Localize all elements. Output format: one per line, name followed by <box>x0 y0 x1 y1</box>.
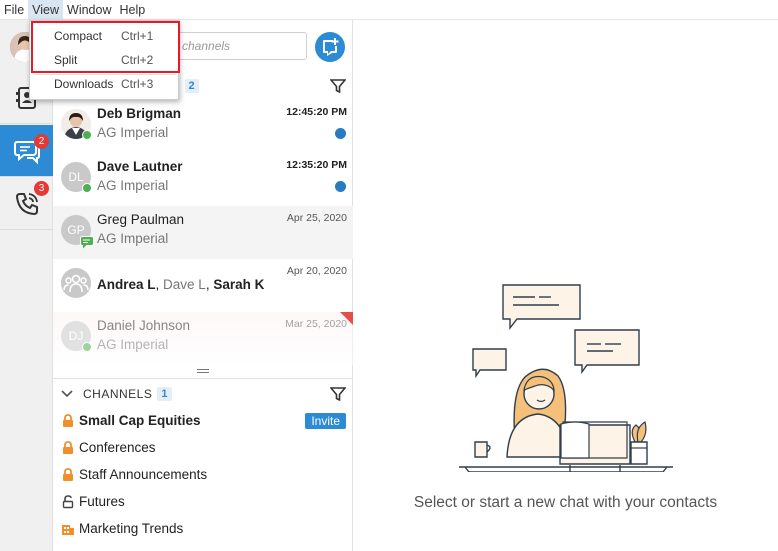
channel-item[interactable]: Futures <box>61 488 346 515</box>
participant-name: Andrea L <box>97 277 156 292</box>
menu-item-downloads[interactable]: Downloads Ctrl+3 <box>30 72 180 96</box>
group-avatar <box>61 268 91 298</box>
channel-item[interactable]: Marketing Trends <box>61 515 346 542</box>
menu-item-shortcut: Ctrl+1 <box>121 29 154 43</box>
menu-file[interactable]: File <box>0 0 28 20</box>
new-chat-button[interactable] <box>315 32 345 62</box>
menu-item-label: Downloads <box>54 77 114 91</box>
menu-item-label: Compact <box>54 29 103 43</box>
menu-help[interactable]: Help <box>116 0 150 20</box>
conversation-time: Apr 25, 2020 <box>286 212 347 224</box>
conversation-item[interactable]: GP Greg Paulman AG Imperial Apr 25, 2020 <box>53 206 353 259</box>
conversation-time: Apr 20, 2020 <box>286 265 347 277</box>
group-conversation-name: Andrea L, Dave L, Sarah K <box>97 277 264 292</box>
menu-item-shortcut: Ctrl+3 <box>121 77 154 91</box>
menu-item-label: Split <box>54 53 78 67</box>
search-input[interactable]: d channels <box>163 32 307 60</box>
calls-badge: 3 <box>34 181 49 196</box>
lock-icon <box>61 467 75 483</box>
channels-header[interactable]: CHANNELS 1 <box>53 380 353 408</box>
conversation-time: 12:45:20 PM <box>286 106 347 118</box>
unread-indicator <box>335 128 346 139</box>
conversation-time: 12:35:20 PM <box>286 159 347 171</box>
splitter-handle[interactable] <box>53 362 353 379</box>
lock-icon <box>61 440 75 456</box>
message-status-icon <box>80 236 94 249</box>
flag-corner-icon <box>340 312 353 325</box>
conversation-item[interactable]: Deb Brigman AG Imperial 12:45:20 PM <box>53 100 353 153</box>
participant-name: Sarah K <box>213 277 265 292</box>
empty-state-message: Select or start a new chat with your con… <box>413 494 718 511</box>
conversation-item[interactable]: Andrea L, Dave L, Sarah K Apr 20, 2020 <box>53 259 353 312</box>
conversation-name: Greg Paulman <box>97 212 185 227</box>
channel-name: Small Cap Equities <box>79 413 201 428</box>
online-status <box>82 183 92 193</box>
conversation-org: AG Imperial <box>97 337 169 352</box>
conversation-org: AG Imperial <box>97 231 169 246</box>
conversation-name: Daniel Johnson <box>97 318 191 333</box>
conversations-count: 2 <box>184 79 200 93</box>
lock-icon <box>61 413 75 429</box>
conversation-name: Deb Brigman <box>97 106 182 121</box>
participant-name: Dave L <box>163 277 206 292</box>
conversation-item[interactable]: DJ Daniel Johnson AG Imperial Mar 25, 20… <box>53 312 353 365</box>
channel-item[interactable]: Conferences <box>61 434 346 461</box>
menu-bar: File View Window Help <box>0 0 778 20</box>
online-status <box>82 130 92 140</box>
chat-area <box>353 20 778 551</box>
menu-window[interactable]: Window <box>63 0 115 20</box>
channels-title: CHANNELS <box>83 387 153 401</box>
channels-count: 1 <box>157 387 172 401</box>
channel-name: Staff Announcements <box>79 467 208 482</box>
menu-item-compact[interactable]: Compact Ctrl+1 <box>30 24 180 48</box>
name-separator: , <box>155 277 164 292</box>
new-chat-icon <box>323 38 339 56</box>
channel-item[interactable]: Small Cap Equities Invite <box>61 407 346 434</box>
conversation-time: Mar 25, 2020 <box>285 318 347 330</box>
building-icon <box>61 521 75 537</box>
rail-calls[interactable]: 3 <box>0 178 53 230</box>
group-icon <box>63 274 89 293</box>
phone-icon <box>15 192 38 215</box>
invite-button[interactable]: Invite <box>305 413 346 429</box>
channel-item[interactable]: Staff Announcements <box>61 461 346 488</box>
filter-icon[interactable] <box>330 78 346 94</box>
channel-name: Futures <box>79 494 125 509</box>
conversation-org: AG Imperial <box>97 178 169 193</box>
view-menu-dropdown: Compact Ctrl+1 Split Ctrl+2 Downloads Ct… <box>29 20 179 100</box>
rail-chats[interactable]: 2 <box>0 125 53 177</box>
menu-item-shortcut: Ctrl+2 <box>121 53 154 67</box>
conversation-item[interactable]: DL Dave Lautner AG Imperial 12:35:20 PM <box>53 153 353 206</box>
conversation-name: Dave Lautner <box>97 159 183 174</box>
online-status <box>82 342 92 352</box>
unlock-icon <box>61 494 75 510</box>
filter-icon[interactable] <box>330 386 346 402</box>
channel-name: Marketing Trends <box>79 521 184 536</box>
chats-badge: 2 <box>34 134 49 149</box>
chevron-down-icon <box>61 390 73 398</box>
menu-view[interactable]: View <box>28 0 64 20</box>
unread-indicator <box>335 181 346 192</box>
channel-name: Conferences <box>79 440 156 455</box>
menu-item-split[interactable]: Split Ctrl+2 <box>30 48 180 72</box>
conversation-org: AG Imperial <box>97 125 169 140</box>
empty-state-illustration <box>459 284 673 472</box>
